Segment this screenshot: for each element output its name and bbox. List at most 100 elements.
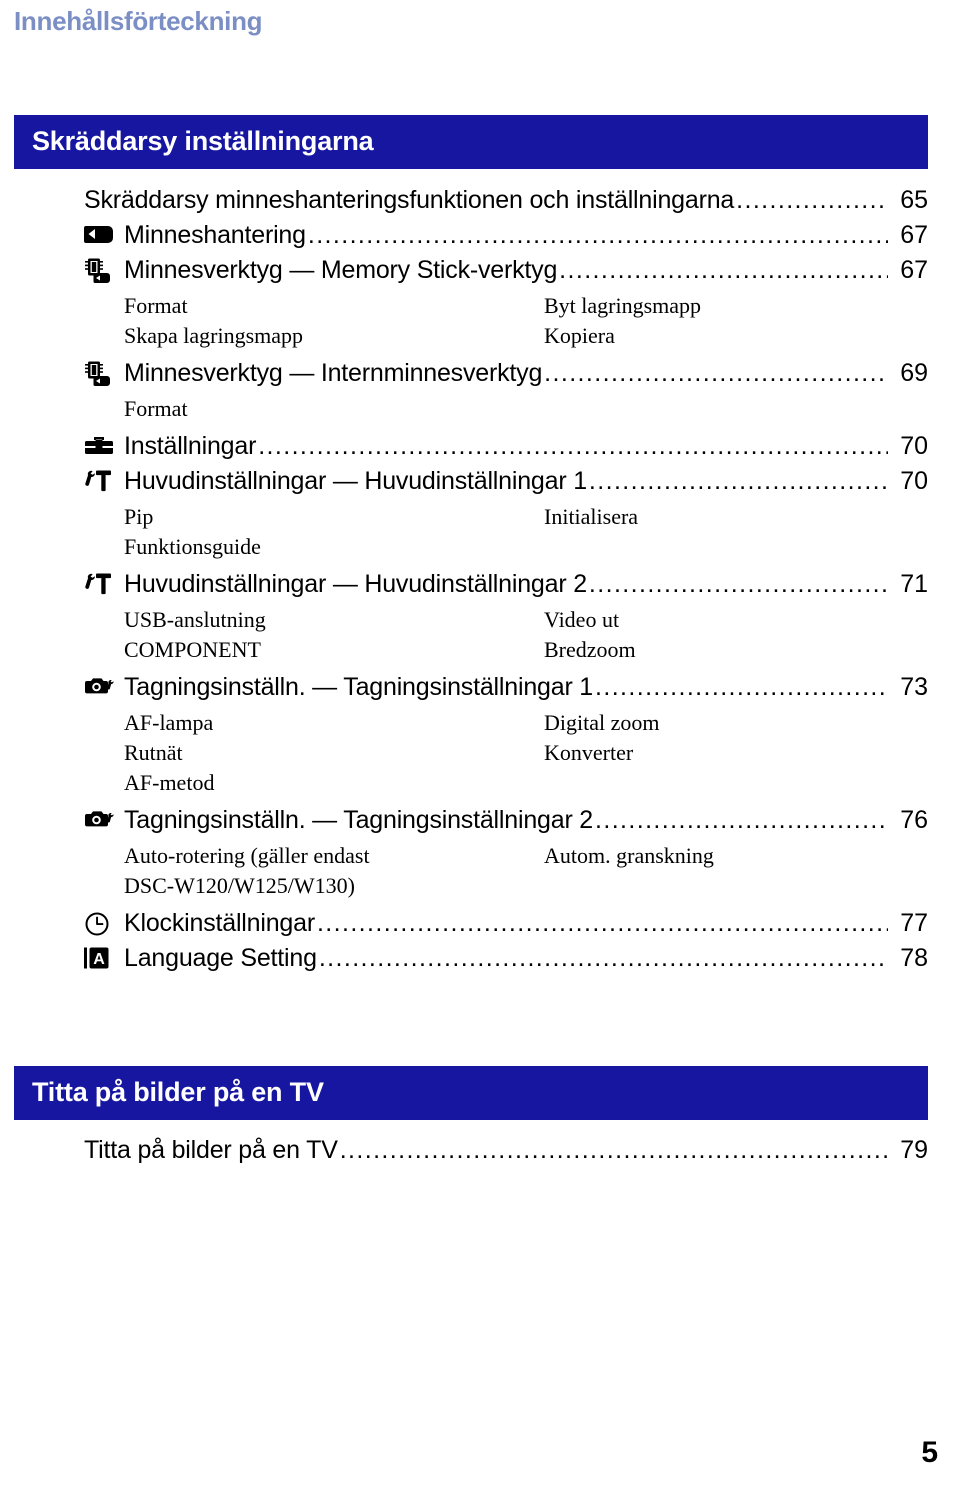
internal-memory-tool-icon (84, 361, 116, 387)
toc-entry[interactable]: A Language Setting.......................… (0, 944, 960, 979)
toc-page-number: 76 (900, 806, 928, 834)
section-banner-skraddarsy: Skräddarsy inställningarna (14, 115, 928, 169)
toc-entry-icon (84, 911, 116, 937)
toc-subitem-group: USB-anslutning COMPONENT Video ut Bredzoom (124, 605, 928, 665)
toc-entry-icon (84, 361, 116, 387)
toc-entry[interactable]: Huvudinställningar — Huvudinställningar … (0, 467, 960, 502)
toc-entry-icon (84, 572, 116, 598)
toc-entry-title: Language Setting (124, 944, 317, 972)
dot-leader: ........................................… (307, 221, 888, 249)
toc-entry-title: Huvudinställningar — Huvudinställningar … (124, 467, 587, 495)
dot-leader: ........................................… (544, 359, 888, 387)
toc-subitem-column-left: USB-anslutning COMPONENT (124, 605, 544, 665)
toc-subitem-column-right: Digital zoom Konverter (544, 708, 944, 798)
dot-leader: ........................................… (339, 1136, 888, 1164)
toc-subitem-group: Auto-rotering (gäller endast DSC-W120/W1… (124, 841, 928, 901)
toc-entry-icon (84, 469, 116, 495)
toc-entry[interactable]: Tagningsinställn. — Tagningsinställninga… (0, 806, 960, 841)
dot-leader: ........................................… (316, 909, 888, 937)
toc-entry[interactable]: Titta på bilder på en TV................… (0, 1136, 960, 1171)
toc-page-number: 71 (900, 570, 928, 598)
toc-entry-icon (84, 223, 116, 249)
toc-subitem: Byt lagringsmapp (544, 293, 702, 318)
dot-leader: ........................................… (595, 806, 888, 834)
toc-subitem-column-right (544, 394, 944, 424)
wrench-hammer-icon (84, 572, 116, 596)
toc-entry-title: Skräddarsy minneshanteringsfunktionen oc… (84, 186, 735, 214)
toc-subitem-column-left: Auto-rotering (gäller endast DSC-W120/W1… (124, 841, 544, 901)
toc-subitem-column-left: Pip Funktionsguide (124, 502, 544, 562)
dot-leader: ........................................… (595, 673, 888, 701)
memory-stick-tool-icon (84, 258, 116, 284)
toc-entry[interactable]: Klockinställningar......................… (0, 909, 960, 944)
toc-entry-list: Skräddarsy minneshanteringsfunktionen oc… (0, 186, 960, 979)
toc-entry-title: Inställningar (124, 432, 257, 460)
toc-entry[interactable]: Tagningsinställn. — Tagningsinställninga… (0, 673, 960, 708)
toc-subitem: Initialisera (544, 504, 639, 529)
toc-subitem: Auto-rotering (gäller endast DSC-W120/W1… (124, 843, 370, 898)
toc-entry-title: Minnesverktyg — Internminnesverktyg (124, 359, 543, 387)
toc-entry-list: Titta på bilder på en TV................… (0, 1136, 960, 1171)
toc-subitem-column-left: Format (124, 394, 544, 424)
toc-subitem: Skapa lagringsmapp (124, 323, 304, 348)
section-banner-title: Titta på bilder på en TV (32, 1076, 324, 1107)
toc-entry[interactable]: Minnesverktyg — Memory Stick-verktyg....… (0, 256, 960, 291)
toc-subitem: Format (124, 396, 188, 421)
clock-icon (84, 911, 116, 937)
toc-entry[interactable]: Minneshantering.........................… (0, 221, 960, 256)
toc-entry-title: Minneshantering (124, 221, 306, 249)
toc-entry-icon (84, 258, 116, 284)
toc-subitem-group: Pip Funktionsguide Initialisera (124, 502, 928, 562)
toc-entry-icon (84, 434, 116, 460)
toc-entry-title: Tagningsinställn. — Tagningsinställninga… (124, 806, 594, 834)
toc-page-number: 65 (900, 186, 928, 214)
toc-subitem: Autom. granskning (544, 843, 714, 868)
camera-settings-icon (84, 675, 116, 697)
toc-subitem-column-right: Byt lagringsmapp Kopiera (544, 291, 944, 351)
toc-subitem: Kopiera (544, 323, 615, 348)
toc-page-number: 73 (900, 673, 928, 701)
toc-subitem: COMPONENT (124, 637, 261, 662)
toc-page-number: 70 (900, 432, 928, 460)
toc-page-number: 79 (900, 1136, 928, 1164)
toolbox-icon (84, 434, 116, 458)
toc-entry[interactable]: Minnesverktyg — Internminnesverktyg.....… (0, 359, 960, 394)
toc-subitem: Digital zoom (544, 710, 660, 735)
toc-entry-icon: A (84, 946, 116, 972)
toc-page-number: 70 (900, 467, 928, 495)
toc-subitem: Bredzoom (544, 637, 636, 662)
toc-entry-icon (84, 808, 116, 834)
toc-page-number: 67 (900, 256, 928, 284)
toc-entry[interactable]: Huvudinställningar — Huvudinställningar … (0, 570, 960, 605)
page-number: 5 (921, 1436, 938, 1469)
toc-subitem-group: AF-lampa Rutnät AF-metod Digital zoom Konver… (124, 708, 928, 798)
toc-subitem-column-left: Format Skapa lagringsmapp (124, 291, 544, 351)
toc-page: Innehållsförteckning Skräddarsy inställn… (0, 0, 960, 1490)
toc-subitem-column-right: Video ut Bredzoom (544, 605, 944, 665)
dot-leader: ........................................… (559, 256, 888, 284)
toc-subitem: AF-metod (124, 770, 215, 795)
toc-entry-title: Klockinställningar (124, 909, 315, 937)
toc-subitem: Video ut (544, 607, 620, 632)
dot-leader: ........................................… (588, 467, 888, 495)
toc-subitem: Format (124, 293, 188, 318)
toc-subitem-column-right: Initialisera (544, 502, 944, 562)
toc-entry-icon (84, 675, 116, 701)
toc-page-number: 78 (900, 944, 928, 972)
toc-entry[interactable]: Inställningar...........................… (0, 432, 960, 467)
toc-page-number: 67 (900, 221, 928, 249)
dot-leader: ........................................… (736, 186, 888, 214)
toc-entry[interactable]: Skräddarsy minneshanteringsfunktionen oc… (0, 186, 960, 221)
dot-leader: ........................................… (258, 432, 888, 460)
memory-card-playback-icon (84, 223, 116, 245)
toc-subitem-column-right: Autom. granskning (544, 841, 944, 901)
language-icon: A (84, 946, 116, 970)
running-head: Innehållsförteckning (14, 6, 263, 36)
dot-leader: ........................................… (588, 570, 888, 598)
toc-entry-title: Tagningsinställn. — Tagningsinställninga… (124, 673, 594, 701)
